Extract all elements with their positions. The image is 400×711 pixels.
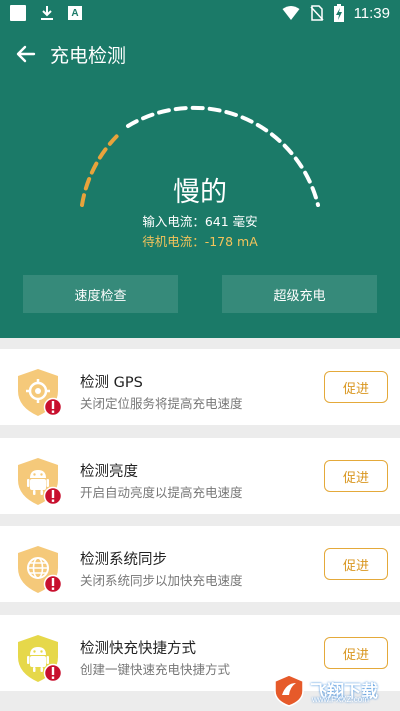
charge-detect-header: 充电检测 慢的 输入电流：641 毫安 待机电流：-178 mA 速度检查 超级… bbox=[0, 28, 400, 338]
status-time: 11:39 bbox=[353, 4, 390, 22]
check-card-sync: 检测系统同步 关闭系统同步以加快充电速度 促进 bbox=[0, 526, 400, 602]
check-card-brightness: 检测亮度 开启自动亮度以提高充电速度 促进 bbox=[0, 438, 400, 514]
input-current: 输入电流：641 毫安 bbox=[142, 214, 258, 229]
boost-button[interactable]: 促进 bbox=[324, 371, 388, 403]
check-title: 检测 GPS bbox=[80, 375, 143, 391]
charge-speed-label: 慢的 bbox=[173, 177, 227, 208]
battery-charging-icon bbox=[333, 4, 344, 22]
watermark: 飞翔下载 www.FXXZ.com bbox=[272, 673, 392, 707]
check-description: 关闭定位服务将提高充电速度 bbox=[80, 396, 243, 411]
boost-button[interactable]: 促进 bbox=[324, 637, 388, 669]
standby-current: 待机电流：-178 mA bbox=[142, 234, 258, 249]
super-charge-button[interactable]: 超级充电 bbox=[222, 275, 377, 313]
watermark-logo-icon bbox=[274, 674, 304, 707]
wifi-icon bbox=[282, 6, 300, 20]
watermark-url: www.FXXZ.com bbox=[312, 695, 369, 704]
speed-check-button[interactable]: 速度检查 bbox=[23, 275, 178, 313]
check-title: 检测快充快捷方式 bbox=[80, 641, 196, 657]
font-a-icon: A bbox=[68, 6, 82, 20]
no-sim-icon bbox=[310, 5, 324, 21]
android-shield-icon bbox=[18, 458, 63, 506]
status-bar-right: 11:39 bbox=[282, 4, 390, 22]
status-bar-left: A bbox=[10, 5, 82, 21]
download-icon bbox=[41, 6, 53, 20]
check-description: 关闭系统同步以加快充电速度 bbox=[80, 573, 243, 588]
check-title: 检测亮度 bbox=[80, 464, 138, 480]
boost-button[interactable]: 促进 bbox=[324, 460, 388, 492]
android-shield-icon bbox=[18, 635, 63, 683]
check-title: 检测系统同步 bbox=[80, 552, 167, 568]
boost-button[interactable]: 促进 bbox=[324, 548, 388, 580]
notification-square-icon bbox=[10, 5, 26, 21]
check-description: 开启自动亮度以提高充电速度 bbox=[80, 485, 243, 500]
check-card-gps: 检测 GPS 关闭定位服务将提高充电速度 促进 bbox=[0, 349, 400, 425]
gps-shield-icon bbox=[18, 369, 63, 417]
globe-shield-icon bbox=[18, 546, 63, 594]
check-description: 创建一键快速充电快捷方式 bbox=[80, 662, 231, 677]
status-bar: A 11:39 bbox=[0, 0, 400, 28]
